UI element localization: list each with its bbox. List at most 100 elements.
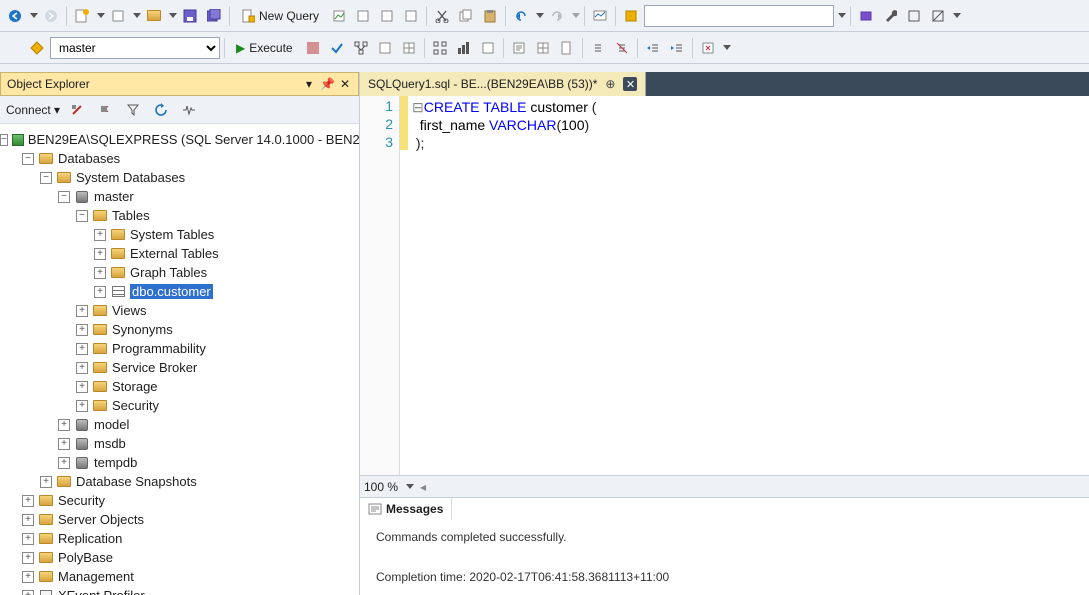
expander-icon[interactable]: + — [76, 381, 88, 393]
msdb-db-node[interactable]: +msdb — [0, 434, 359, 453]
tool-icon-1[interactable] — [855, 5, 877, 27]
intellisense-icon[interactable] — [398, 37, 420, 59]
copy-icon[interactable] — [455, 5, 477, 27]
expander-icon[interactable]: + — [40, 476, 52, 488]
zoom-dropdown[interactable] — [406, 484, 414, 489]
management-node[interactable]: +Management — [0, 567, 359, 586]
results-to-text-icon[interactable] — [508, 37, 530, 59]
tempdb-db-node[interactable]: +tempdb — [0, 453, 359, 472]
cut-icon[interactable] — [431, 5, 453, 27]
activity-monitor-icon[interactable] — [589, 5, 611, 27]
new-project-dropdown[interactable] — [97, 13, 105, 18]
close-icon[interactable]: ✕ — [338, 77, 352, 91]
expander-icon[interactable]: + — [58, 457, 70, 469]
editor-tab[interactable]: SQLQuery1.sql - BE...(BEN29EA\BB (53))* … — [360, 72, 646, 96]
synonyms-node[interactable]: +Synonyms — [0, 320, 359, 339]
databases-node[interactable]: −Databases — [0, 149, 359, 168]
database-selector[interactable]: master — [50, 37, 220, 59]
new-item-dropdown[interactable] — [133, 13, 141, 18]
use-db-icon[interactable] — [26, 37, 48, 59]
model-db-node[interactable]: +model — [0, 415, 359, 434]
query-options-icon[interactable] — [374, 37, 396, 59]
specify-template-icon[interactable] — [697, 37, 719, 59]
quick-launch-input[interactable] — [644, 5, 834, 27]
views-node[interactable]: +Views — [0, 301, 359, 320]
expander-icon[interactable]: + — [22, 571, 34, 583]
include-plan-icon[interactable] — [429, 37, 451, 59]
expander-icon[interactable]: + — [76, 400, 88, 412]
expander-icon[interactable]: + — [94, 229, 106, 241]
redo-button[interactable] — [546, 5, 568, 27]
code-body[interactable]: ⊟CREATE TABLE customer ( first_name VARC… — [408, 96, 596, 475]
expander-icon[interactable]: + — [94, 248, 106, 260]
pin-icon[interactable]: 📌 — [320, 77, 334, 91]
display-plan-icon[interactable] — [350, 37, 372, 59]
expander-icon[interactable]: + — [58, 438, 70, 450]
expander-icon[interactable]: + — [76, 305, 88, 317]
stop-button[interactable] — [302, 37, 324, 59]
new-project-button[interactable] — [71, 5, 93, 27]
object-explorer-tree[interactable]: −BEN29EA\SQLEXPRESS (SQL Server 14.0.100… — [0, 124, 359, 595]
expander-icon[interactable]: − — [40, 172, 52, 184]
xevent-profiler-node[interactable]: +XEvent Profiler — [0, 586, 359, 595]
server-objects-node[interactable]: +Server Objects — [0, 510, 359, 529]
save-all-button[interactable] — [203, 5, 225, 27]
security-node[interactable]: +Security — [0, 396, 359, 415]
oe-activity-icon[interactable] — [178, 99, 200, 121]
undo-dropdown[interactable] — [536, 13, 544, 18]
expander-icon[interactable]: + — [58, 419, 70, 431]
expander-icon[interactable]: + — [76, 324, 88, 336]
close-icon[interactable]: ✕ — [623, 77, 637, 91]
oe-disconnect-all-icon[interactable]: ✕ — [94, 99, 116, 121]
replication-node[interactable]: +Replication — [0, 529, 359, 548]
expander-icon[interactable]: + — [94, 286, 106, 298]
dmx-query-icon[interactable] — [376, 5, 398, 27]
messages-output[interactable]: Commands completed successfully. Complet… — [360, 519, 1089, 595]
root-security-node[interactable]: +Security — [0, 491, 359, 510]
expander-icon[interactable]: − — [22, 153, 34, 165]
storage-node[interactable]: +Storage — [0, 377, 359, 396]
expander-icon[interactable]: + — [76, 362, 88, 374]
open-dropdown[interactable] — [169, 13, 177, 18]
expander-icon[interactable]: + — [22, 514, 34, 526]
dbo-customer-node[interactable]: +dbo.customer — [0, 282, 359, 301]
new-query-button[interactable]: New Query — [234, 4, 326, 28]
db-engine-query-icon[interactable] — [328, 5, 350, 27]
pin-icon[interactable]: ⊕ — [605, 77, 615, 91]
increase-indent-icon[interactable] — [666, 37, 688, 59]
xmla-query-icon[interactable] — [400, 5, 422, 27]
results-to-file-icon[interactable] — [556, 37, 578, 59]
parse-icon[interactable] — [326, 37, 348, 59]
undo-button[interactable] — [510, 5, 532, 27]
zoom-level[interactable]: 100 % — [364, 480, 398, 494]
live-stats-icon[interactable] — [453, 37, 475, 59]
results-to-grid-icon[interactable] — [532, 37, 554, 59]
master-db-node[interactable]: −master — [0, 187, 359, 206]
open-button[interactable] — [143, 5, 165, 27]
nav-fwd-button[interactable] — [40, 5, 62, 27]
expander-icon[interactable]: + — [22, 495, 34, 507]
oe-refresh-icon[interactable] — [150, 99, 172, 121]
tables-node[interactable]: −Tables — [0, 206, 359, 225]
template-dropdown[interactable] — [723, 45, 731, 50]
tool-icon-4[interactable] — [927, 5, 949, 27]
nav-prev-icon[interactable]: ◂ — [420, 480, 426, 494]
db-snapshots-node[interactable]: +Database Snapshots — [0, 472, 359, 491]
expander-icon[interactable]: − — [0, 134, 8, 146]
new-item-button[interactable] — [107, 5, 129, 27]
save-button[interactable] — [179, 5, 201, 27]
execute-button[interactable]: ▶ Execute — [229, 36, 300, 60]
tool-icon-3[interactable] — [903, 5, 925, 27]
sql-editor[interactable]: 1 2 3 ⊟CREATE TABLE customer ( first_nam… — [360, 96, 1089, 475]
mdx-query-icon[interactable] — [352, 5, 374, 27]
expander-icon[interactable]: − — [58, 191, 70, 203]
quick-launch-dropdown[interactable] — [838, 13, 846, 18]
window-position-icon[interactable]: ▾ — [302, 77, 316, 91]
system-tables-node[interactable]: +System Tables — [0, 225, 359, 244]
wrench-icon[interactable] — [879, 5, 901, 27]
comment-icon[interactable] — [587, 37, 609, 59]
uncomment-icon[interactable] — [611, 37, 633, 59]
connect-button[interactable]: Connect ▾ — [6, 103, 60, 117]
service-broker-node[interactable]: +Service Broker — [0, 358, 359, 377]
messages-tab[interactable]: Messages — [360, 498, 452, 520]
